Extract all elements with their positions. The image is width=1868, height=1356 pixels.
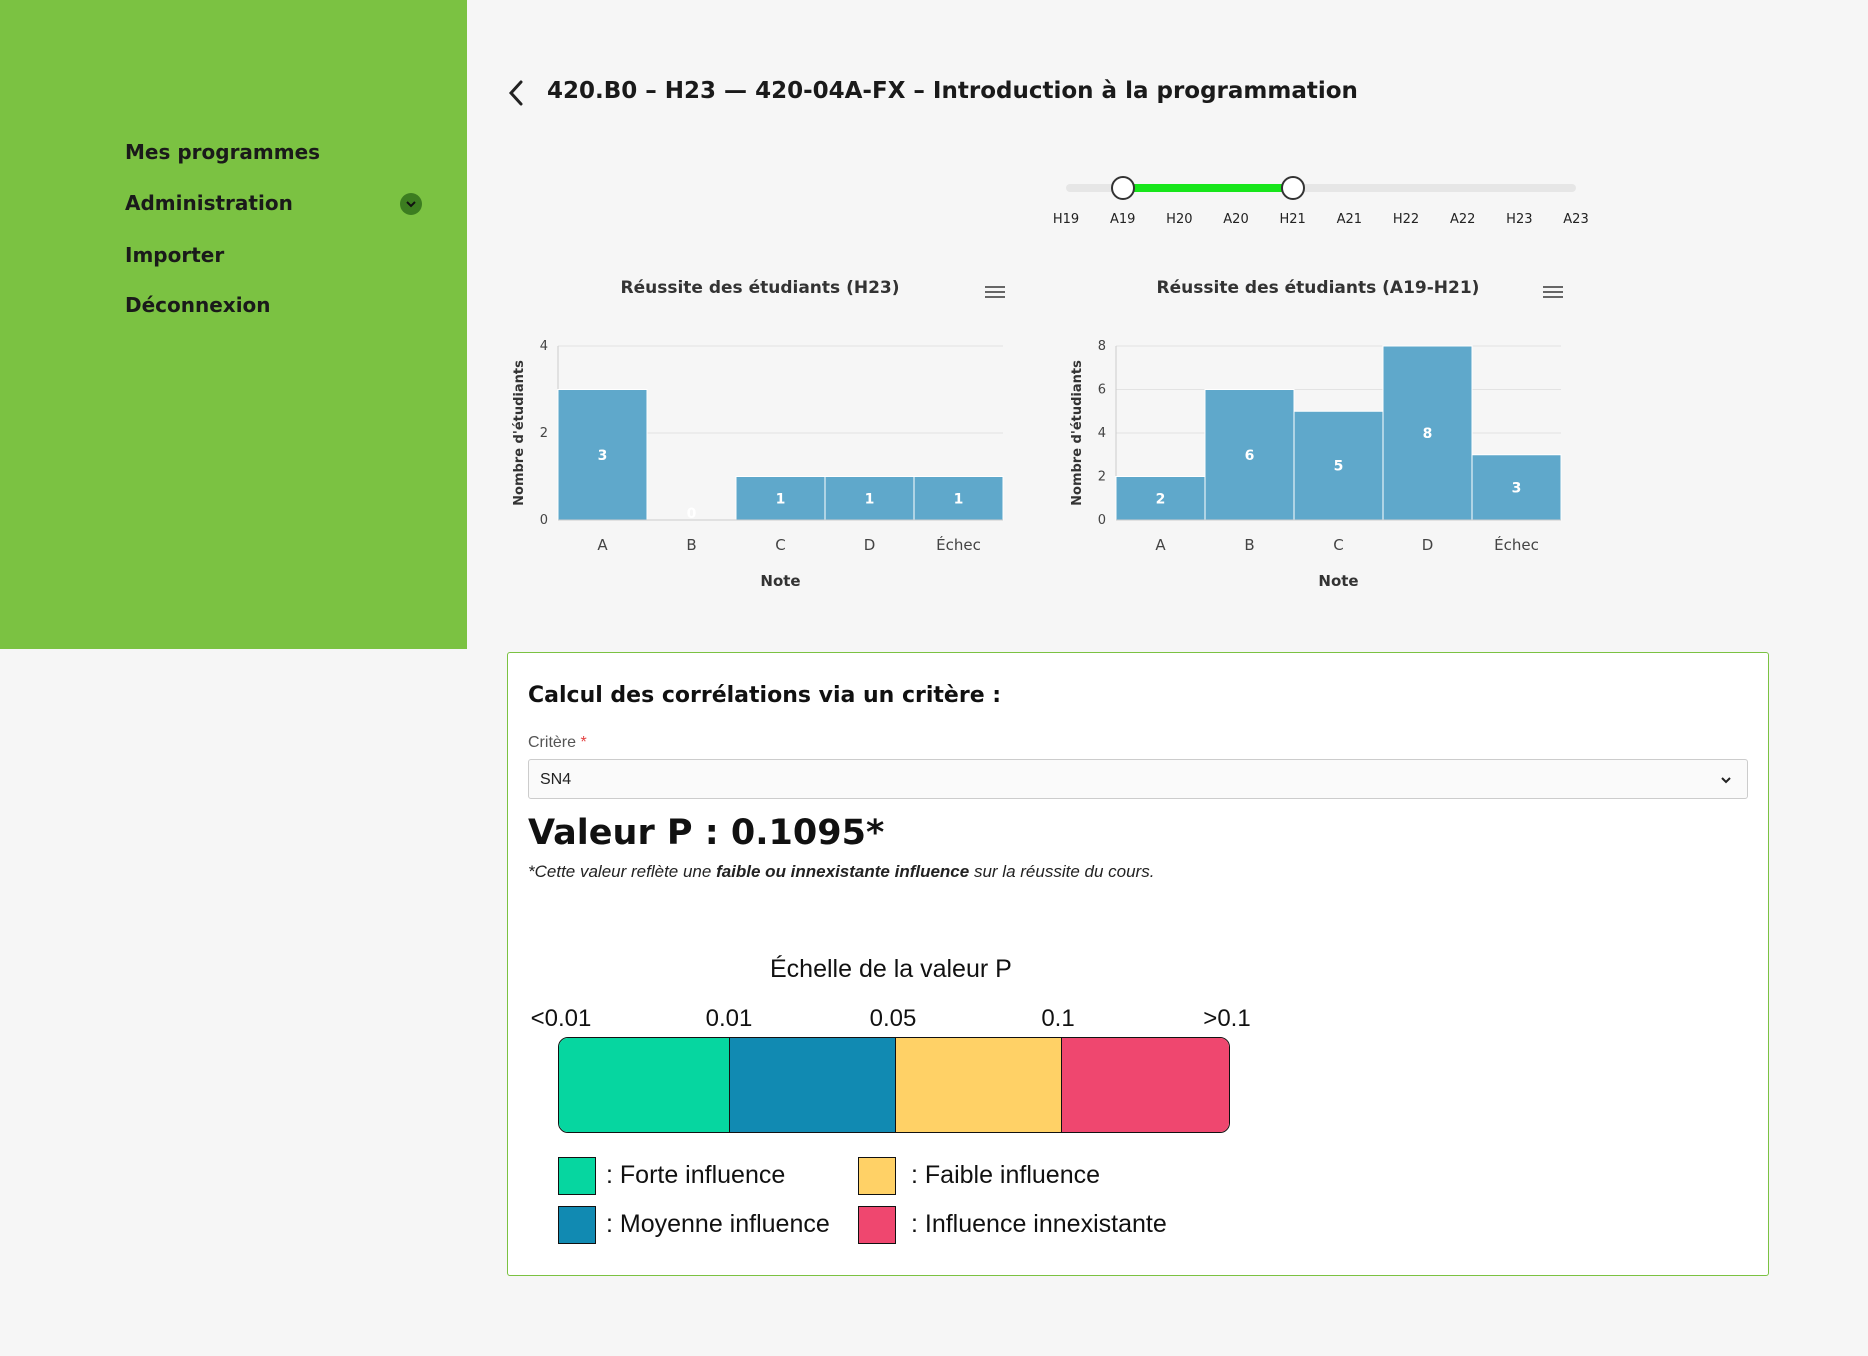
legend-label-innexistante: : Influence innexistante [911, 1210, 1167, 1238]
x-tick-label: C [1333, 536, 1343, 554]
chart-title: Réussite des étudiants (A19-H21) [1157, 278, 1480, 298]
term-range-slider[interactable]: H19 A19 H20 A20 H21 A21 H22 A22 H23 A23 [1052, 170, 1595, 230]
x-tick-label: B [1244, 536, 1254, 554]
critere-label-text: Critère [528, 734, 577, 751]
scale-segment-moyenne [729, 1038, 895, 1132]
nav-item-deconnexion[interactable]: Déconnexion [125, 293, 425, 317]
slider-tick-label: A20 [1223, 212, 1249, 227]
legend-swatch-forte [558, 1157, 596, 1195]
x-axis-label: Note [760, 572, 800, 590]
legend-swatch-innexistante [858, 1206, 896, 1244]
y-tick-label: 0 [540, 513, 548, 528]
legend-label-forte: : Forte influence [606, 1161, 786, 1189]
slider-tick-label: A21 [1336, 212, 1363, 227]
x-tick-label: A [597, 536, 608, 554]
chart-title: Réussite des étudiants (H23) [620, 278, 899, 298]
bar-value-label: 5 [1334, 459, 1344, 475]
chevron-down-icon[interactable] [400, 193, 422, 215]
x-tick-label: A [1155, 536, 1166, 554]
bar-value-label: 1 [954, 491, 964, 507]
x-tick-label: Échec [1494, 535, 1539, 554]
x-tick-label: C [775, 536, 785, 554]
menu-line [1543, 296, 1563, 298]
slider-tick-label: H22 [1392, 212, 1420, 227]
slider-handle-start[interactable] [1110, 176, 1135, 200]
bar-value-label: 3 [1512, 480, 1522, 496]
bar-value-label: 8 [1423, 426, 1433, 442]
menu-line [985, 296, 1005, 298]
legend-swatch-faible [858, 1157, 896, 1195]
x-tick-label: D [1422, 536, 1434, 554]
pvalue-note-prefix: *Cette valeur reflète une [528, 862, 717, 881]
slider-tick-label: H23 [1506, 212, 1533, 227]
legend-swatch-moyenne [558, 1206, 596, 1244]
required-mark: * [580, 734, 587, 751]
pvalue-note-suffix: sur la réussite du cours. [969, 862, 1155, 881]
scale-tick-label: 0.01 [705, 1005, 753, 1032]
y-tick-label: 6 [1098, 383, 1106, 398]
y-tick-label: 0 [1098, 513, 1106, 528]
hamburger-menu-icon[interactable] [1543, 286, 1563, 298]
menu-line [1543, 291, 1563, 293]
bar-value-label: 3 [598, 448, 608, 464]
slider-tick-label: A19 [1109, 212, 1136, 227]
pvalue-display: Valeur P : 0.1095* [528, 813, 885, 853]
slider-selected-range [1122, 184, 1293, 192]
legend-label-moyenne: : Moyenne influence [606, 1210, 830, 1238]
x-tick-label: D [864, 536, 876, 554]
y-tick-label: 8 [1098, 339, 1106, 354]
slider-tick-label: A22 [1449, 212, 1476, 227]
nav-item-administration[interactable]: Administration [125, 191, 425, 215]
scale-title: Échelle de la valeur P [770, 955, 1012, 983]
correlation-card: Calcul des corrélations via un critère :… [507, 652, 1769, 1276]
nav-item-mes-programmes[interactable]: Mes programmes [125, 140, 425, 164]
scale-tick-label: >0.1 [1203, 1005, 1251, 1032]
scale-segment-forte [559, 1038, 729, 1132]
hamburger-menu-icon[interactable] [985, 286, 1005, 298]
pvalue-note-emphasis: faible ou innexistante influence [716, 862, 970, 881]
critere-select[interactable]: SN4 [528, 759, 1748, 799]
bar-value-label: 2 [1156, 491, 1166, 507]
back-arrow-icon[interactable] [505, 78, 529, 108]
slider-tick-label: H20 [1166, 212, 1193, 227]
nav-item-importer[interactable]: Importer [125, 243, 425, 267]
sidebar: Mes programmes Administration Importer D… [0, 0, 467, 649]
bar-value-label: 1 [776, 491, 786, 507]
slider-tick-label: A23 [1563, 212, 1589, 227]
menu-line [1543, 286, 1563, 288]
scale-tick-label: <0.01 [530, 1005, 592, 1032]
menu-line [985, 291, 1005, 293]
pvalue-note: *Cette valeur reflète une faible ou inne… [528, 862, 1154, 882]
chart-reussite-h23: Réussite des étudiants (H23) 0 2 4 Nombre d'… [505, 270, 1045, 600]
card-title: Calcul des corrélations via un critère : [528, 683, 1002, 708]
critere-label: Critère * [528, 734, 587, 752]
x-axis-label: Note [1318, 572, 1358, 590]
slider-tick-label: H19 [1052, 212, 1080, 227]
scale-segment-faible [895, 1038, 1061, 1132]
critere-selected-value: SN4 [540, 771, 572, 788]
x-tick-label: Échec [936, 535, 981, 554]
menu-line [985, 286, 1005, 288]
slider-handle-end[interactable] [1280, 176, 1305, 200]
y-tick-label: 2 [1098, 470, 1106, 485]
bar-value-label: 1 [865, 491, 875, 507]
y-tick-label: 4 [540, 339, 548, 354]
chart-reussite-a19-h21: Réussite des étudiants (A19-H21) 0 2 4 6 8 Nom… [1063, 270, 1603, 600]
y-tick-label: 2 [540, 426, 548, 441]
y-axis-label: Nombre d'étudiants [512, 360, 527, 506]
y-axis-label: Nombre d'étudiants [1070, 360, 1085, 506]
legend-label-faible: : Faible influence [911, 1161, 1101, 1189]
slider-tick-label: H21 [1279, 212, 1306, 227]
pvalue-scale-bar [558, 1037, 1230, 1133]
x-tick-label: B [686, 536, 696, 554]
bar-value-label: 6 [1245, 448, 1255, 464]
chevron-down-icon [1719, 773, 1733, 791]
page-title: 420.B0 – H23 — 420-04A-FX – Introduction… [547, 78, 1358, 104]
scale-tick-label: 0.1 [1041, 1005, 1075, 1032]
scale-segment-innexistante [1061, 1038, 1229, 1132]
y-tick-label: 4 [1098, 426, 1106, 441]
scale-tick-label: 0.05 [869, 1005, 917, 1032]
